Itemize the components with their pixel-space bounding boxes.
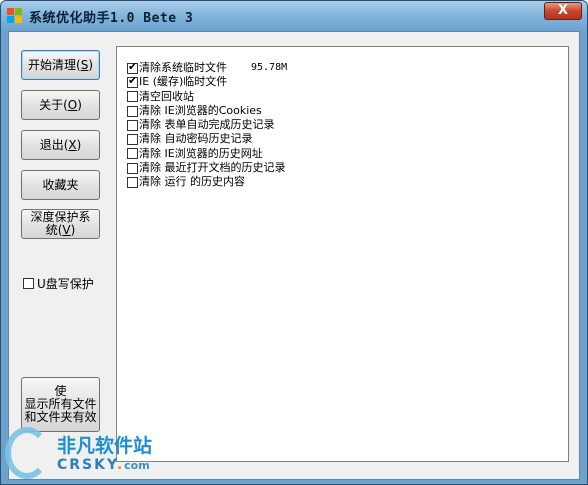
exit-label: 退出(X) bbox=[39, 137, 82, 152]
clean-option-row[interactable]: 清除 IE浏览器的历史网址 bbox=[127, 147, 287, 161]
start-clean-label: 开始清理(S) bbox=[28, 57, 93, 72]
window-title: 系统优化助手1.0 Bete 3 bbox=[29, 11, 194, 26]
clean-option-row[interactable]: 清除 自动密码历史记录 bbox=[127, 132, 287, 146]
client-area: 开始清理(S) 关于(O) 退出(X) 收藏夹 深度保护系 统(V) U盘写保护 … bbox=[8, 31, 580, 480]
clean-option-checkbox[interactable] bbox=[127, 105, 138, 117]
clean-option-label: 清除 自动密码历史记录 bbox=[139, 132, 253, 146]
clean-option-row[interactable]: 清除 运行 的历史内容 bbox=[127, 175, 287, 189]
clean-option-label: 清除 最近打开文档的历史记录 bbox=[139, 161, 286, 175]
clean-option-checkbox[interactable] bbox=[127, 60, 138, 74]
clean-option-row[interactable]: 清除 IE浏览器的Cookies bbox=[127, 104, 287, 118]
clean-option-label: 清除 IE浏览器的Cookies bbox=[139, 103, 262, 117]
clean-option-checkbox[interactable] bbox=[127, 91, 138, 103]
clean-option-row[interactable]: 清空回收站 bbox=[127, 90, 287, 104]
clean-option-row[interactable]: IE (缓存)临时文件 bbox=[127, 74, 287, 89]
clean-option-label: 清除 表单自动完成历史记录 bbox=[139, 118, 275, 132]
close-button[interactable]: X bbox=[544, 2, 582, 20]
clean-option-label: 清除系统临时文件 bbox=[139, 61, 227, 74]
title-bar[interactable]: 系统优化助手1.0 Bete 3 X bbox=[1, 1, 587, 31]
clean-option-label: 清空回收站 bbox=[139, 89, 194, 103]
usb-write-protect-label: U盘写保护 bbox=[37, 277, 94, 291]
clean-option-checkbox[interactable] bbox=[127, 177, 138, 189]
watermark-domain: CRSKY.com bbox=[57, 457, 150, 473]
temp-files-size: 95.78M bbox=[251, 62, 288, 73]
clean-option-row[interactable]: 清除系统临时文件 95.78M bbox=[127, 60, 288, 75]
clean-option-checkbox[interactable] bbox=[127, 134, 138, 146]
about-button[interactable]: 关于(O) bbox=[21, 90, 100, 120]
clean-option-row[interactable]: 清除 最近打开文档的历史记录 bbox=[127, 161, 287, 175]
about-label: 关于(O) bbox=[39, 97, 82, 112]
deep-protect-button[interactable]: 深度保护系 统(V) bbox=[21, 209, 100, 239]
favorites-button[interactable]: 收藏夹 bbox=[21, 170, 100, 200]
watermark-site-name: 非凡软件站 bbox=[57, 435, 153, 457]
clean-options-panel: 清除系统临时文件 95.78M IE (缓存)临时文件清空回收站清除 IE浏览器的C… bbox=[116, 46, 569, 462]
windows-logo-icon bbox=[7, 8, 23, 24]
clean-option-label: IE (缓存)临时文件 bbox=[139, 75, 228, 89]
clean-option-checkbox[interactable] bbox=[127, 148, 138, 160]
clean-option-label: 清除 IE浏览器的历史网址 bbox=[139, 146, 263, 160]
clean-option-row[interactable]: 清除 表单自动完成历史记录 bbox=[127, 118, 287, 132]
deep-protect-label: 深度保护系 统(V) bbox=[30, 210, 91, 237]
watermark: 非凡软件站 CRSKY.com bbox=[1, 421, 181, 484]
usb-write-protect-checkbox[interactable] bbox=[23, 278, 34, 289]
clean-option-checkbox[interactable] bbox=[127, 119, 138, 131]
clean-option-label: 清除 运行 的历史内容 bbox=[139, 175, 245, 189]
clean-options-list: 清除系统临时文件 95.78M IE (缓存)临时文件清空回收站清除 IE浏览器的C… bbox=[127, 60, 288, 190]
exit-button[interactable]: 退出(X) bbox=[21, 130, 100, 160]
watermark-logo-icon bbox=[5, 427, 49, 479]
clean-option-checkbox[interactable] bbox=[127, 74, 138, 88]
usb-write-protect-row[interactable]: U盘写保护 bbox=[23, 275, 94, 292]
favorites-label: 收藏夹 bbox=[42, 177, 79, 192]
app-window: 系统优化助手1.0 Bete 3 X 开始清理(S) 关于(O) 退出(X) 收… bbox=[0, 0, 588, 485]
show-all-files-label: 使显示所有文件 和文件夹有效 bbox=[24, 384, 97, 424]
start-clean-button[interactable]: 开始清理(S) bbox=[21, 50, 100, 80]
clean-option-checkbox[interactable] bbox=[127, 162, 138, 174]
